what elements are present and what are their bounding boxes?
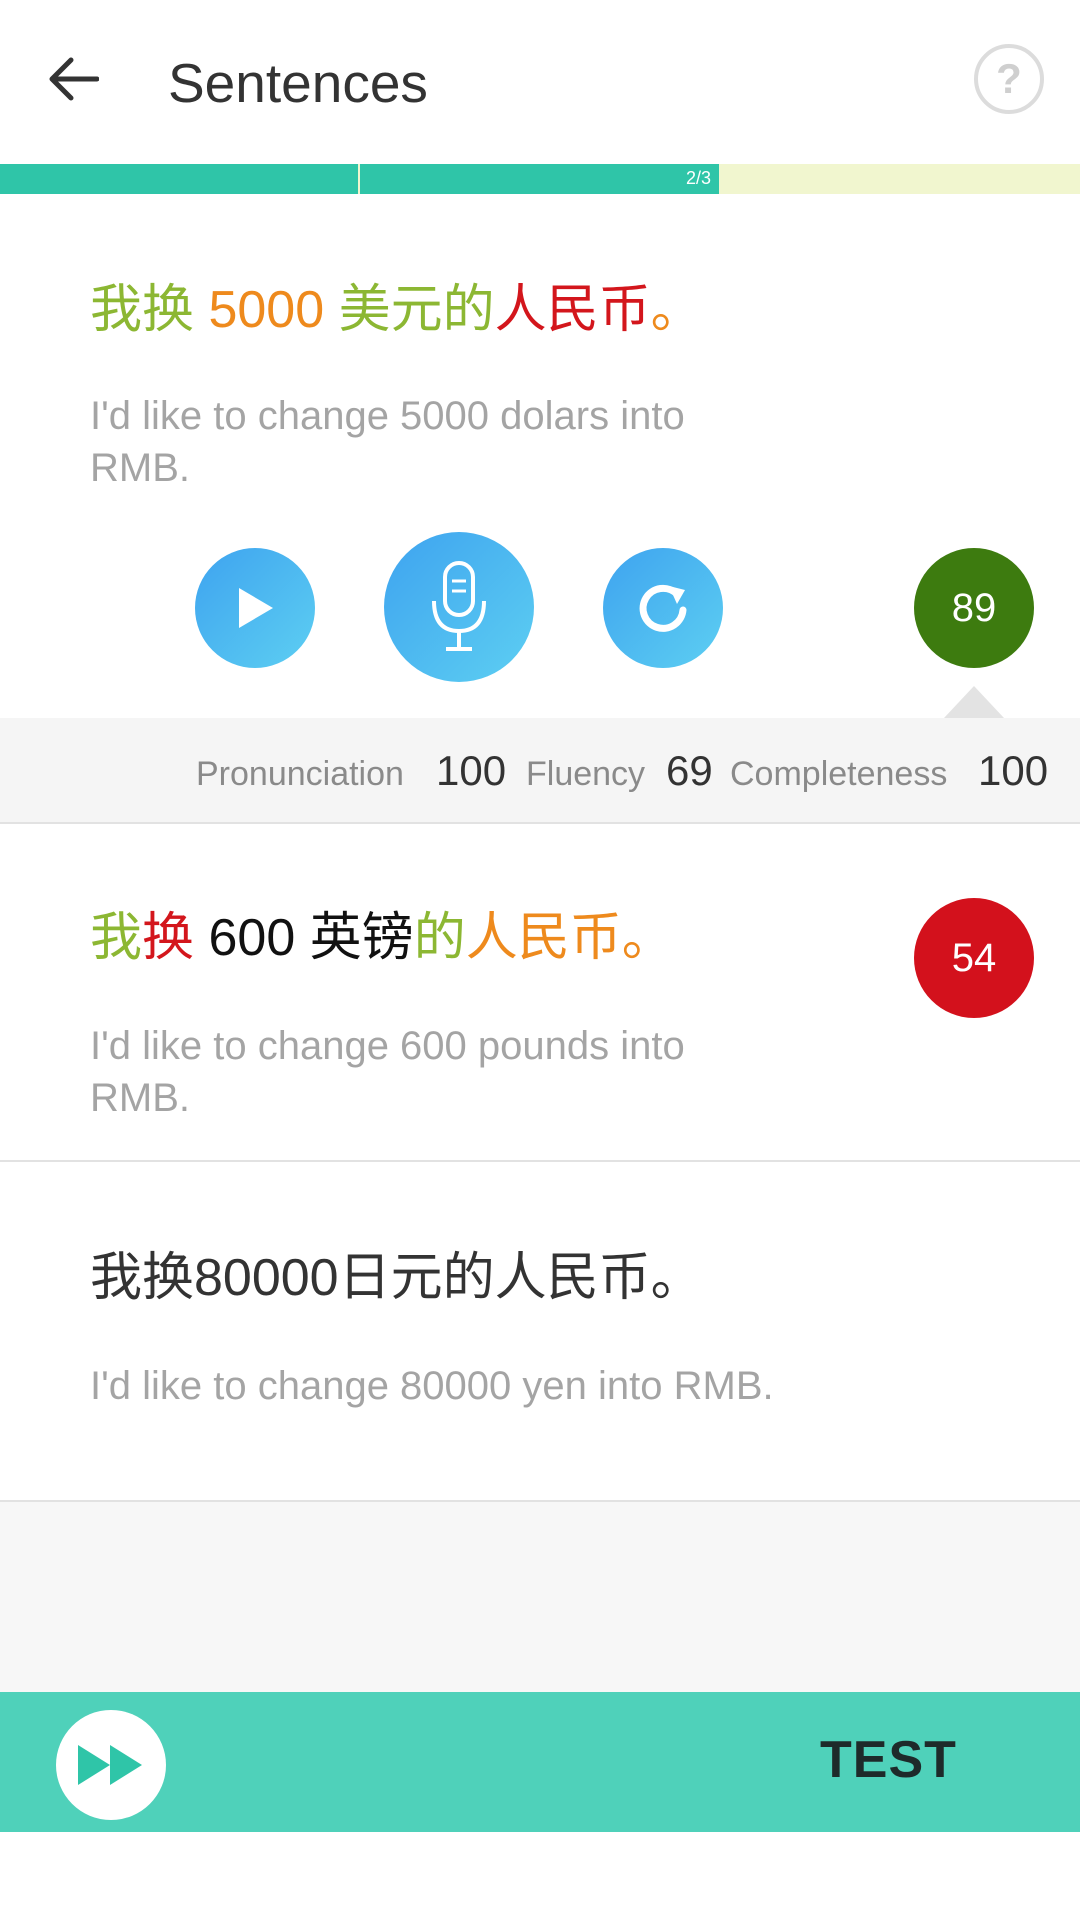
skip-button[interactable] xyxy=(56,1710,166,1820)
page-title: Sentences xyxy=(168,52,428,114)
record-button[interactable] xyxy=(384,532,534,682)
replay-button[interactable] xyxy=(603,548,723,668)
score-caret xyxy=(944,686,1004,718)
sentence-1-english: I'd like to change 5000 dolars into RMB. xyxy=(90,394,685,490)
progress-label: 2/3 xyxy=(686,168,712,188)
fast-forward-icon xyxy=(78,1745,142,1785)
chinese-segment: 。 xyxy=(650,281,703,339)
app-header: Sentences ? xyxy=(0,0,1080,162)
chinese-segment: 5000 xyxy=(208,281,339,339)
divider xyxy=(0,822,1080,824)
replay-icon xyxy=(639,584,687,632)
test-button[interactable]: TEST xyxy=(820,1730,957,1790)
back-button[interactable] xyxy=(38,44,108,114)
chinese-segment: 我 xyxy=(90,909,143,967)
pronunciation-value: 100 xyxy=(436,747,507,794)
play-button[interactable] xyxy=(195,548,315,668)
empty-area xyxy=(0,1502,1080,1692)
divider xyxy=(0,1160,1080,1162)
help-icon: ? xyxy=(996,55,1022,102)
score-badge[interactable]: 89 xyxy=(914,548,1034,668)
sentence-1-chinese[interactable]: 我换 5000 美元的人民币。 xyxy=(90,278,703,342)
score-badge[interactable]: 54 xyxy=(914,898,1034,1018)
chinese-segment: 换 xyxy=(142,909,195,967)
microphone-icon xyxy=(432,561,486,651)
help-button[interactable]: ? xyxy=(974,44,1044,114)
chinese-segment: 美元的 xyxy=(338,281,495,339)
completeness-label: Completeness xyxy=(730,755,948,793)
sentence-2-english: I'd like to change 600 pounds into RMB. xyxy=(90,1024,685,1120)
chinese-segment: 人民币。 xyxy=(465,909,674,967)
sentence-3-chinese[interactable]: 我换80000日元的人民币。 xyxy=(90,1246,703,1310)
sentence-2-chinese[interactable]: 我换 600 英镑的人民币。 xyxy=(90,906,674,970)
sentence-3-english: I'd like to change 80000 yen into RMB. xyxy=(90,1364,774,1408)
play-icon xyxy=(239,588,273,628)
chinese-segment: 的 xyxy=(413,909,466,967)
chinese-segment: 600 英镑 xyxy=(194,909,414,967)
progress-bar: 2/3 xyxy=(0,164,1080,194)
chinese-segment: 我换 xyxy=(90,281,209,339)
chinese-segment: 人民币 xyxy=(494,281,651,339)
fluency-value: 69 xyxy=(666,747,713,794)
pronunciation-label: Pronunciation xyxy=(196,755,404,793)
progress-divider xyxy=(358,164,360,194)
fluency-label: Fluency xyxy=(526,755,646,793)
back-arrow-icon xyxy=(49,57,99,101)
completeness-value: 100 xyxy=(978,747,1049,794)
